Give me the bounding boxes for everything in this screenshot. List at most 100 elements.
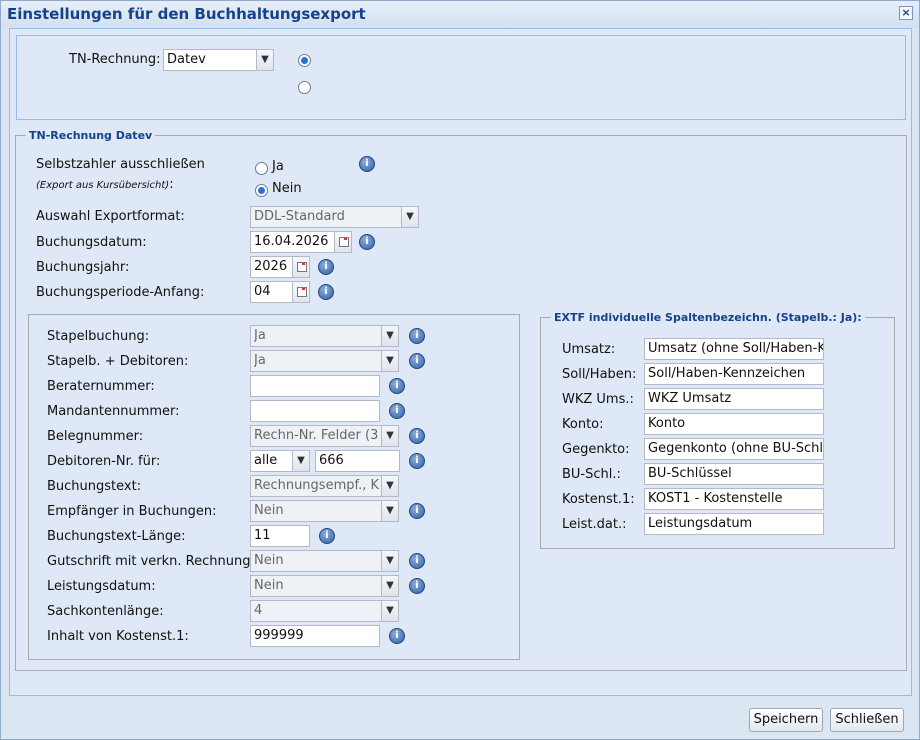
extf-kostenst-label: Kostenst.1:: [562, 492, 635, 507]
buchungstext-laenge-label: Buchungstext-Länge:: [47, 529, 186, 544]
extf-buschl-label: BU-Schl.:: [562, 467, 621, 482]
leistungsdatum-label: Leistungsdatum:: [47, 579, 156, 594]
belegnummer-select[interactable]: Rechn-Nr. Felder (3,4) ▼: [250, 425, 399, 447]
extf-konto-input[interactable]: Konto: [644, 413, 824, 435]
info-icon[interactable]: i: [409, 578, 425, 594]
info-icon[interactable]: i: [389, 403, 405, 419]
chevron-down-icon[interactable]: ▼: [381, 601, 398, 621]
sachkontenlaenge-select[interactable]: 4 ▼: [250, 600, 399, 622]
datev-legend: TN-Rechnung Datev: [29, 129, 153, 142]
beraternummer-input[interactable]: [250, 375, 380, 397]
info-icon[interactable]: i: [409, 453, 425, 469]
close-icon[interactable]: ×: [899, 6, 913, 20]
selbstzahler-nein-label: Nein: [272, 181, 302, 196]
info-icon[interactable]: i: [409, 553, 425, 569]
chevron-down-icon[interactable]: ▼: [381, 351, 398, 371]
info-icon[interactable]: i: [409, 353, 425, 369]
close-button[interactable]: Schließen: [830, 708, 904, 732]
chevron-down-icon[interactable]: ▼: [381, 326, 398, 346]
chevron-down-icon[interactable]: ▼: [381, 501, 398, 521]
export-settings-dialog: Einstellungen für den Buchhaltungsexport…: [0, 0, 920, 740]
extf-gegenkto-input[interactable]: Gegenkonto (ohne BU-Schlüssel): [644, 438, 824, 460]
extf-leistdat-label: Leist.dat.:: [562, 517, 627, 532]
buchungsjahr-value: 2026: [254, 259, 288, 274]
info-icon[interactable]: i: [319, 528, 335, 544]
dialog-titlebar: Einstellungen für den Buchhaltungsexport…: [1, 1, 919, 28]
leistungsdatum-select[interactable]: Nein ▼: [250, 575, 399, 597]
kostenst-inhalt-input[interactable]: 999999: [250, 625, 380, 647]
kostenst-inhalt-label: Inhalt von Kostenst.1:: [47, 629, 189, 644]
empfaenger-label: Empfänger in Buchungen:: [47, 504, 217, 519]
buchungsperiode-value: 04: [254, 284, 271, 299]
chevron-down-icon[interactable]: ▼: [401, 207, 418, 227]
buchungsjahr-label: Buchungsjahr:: [36, 260, 130, 275]
selbstzahler-ja-radio[interactable]: [255, 162, 268, 175]
stapel-debitoren-select[interactable]: Ja ▼: [250, 350, 399, 372]
chevron-down-icon[interactable]: ▼: [292, 451, 309, 471]
buchungstext-value: Rechnungsempf., Kurs: [254, 478, 379, 493]
mandantennummer-input[interactable]: [250, 400, 380, 422]
extf-wkz-input[interactable]: WKZ Umsatz: [644, 388, 824, 410]
extf-konto-label: Konto:: [562, 417, 604, 432]
extf-kostenst-input[interactable]: KOST1 - Kostenstelle: [644, 488, 824, 510]
debitoren-nr-input[interactable]: 666: [315, 450, 400, 472]
empfaenger-value: Nein: [254, 503, 284, 518]
buchungsjahr-field[interactable]: 2026: [250, 256, 310, 278]
chevron-down-icon[interactable]: ▼: [381, 476, 398, 496]
info-icon[interactable]: i: [409, 328, 425, 344]
extf-legend: EXTF individuelle Spaltenbezeichn. (Stap…: [554, 311, 862, 324]
buchungsperiode-field[interactable]: 04: [250, 281, 310, 303]
buchungstext-laenge-input[interactable]: 11: [250, 525, 310, 547]
buchungsperiode-label: Buchungsperiode-Anfang:: [36, 285, 205, 300]
chevron-down-icon[interactable]: ▼: [381, 426, 398, 446]
extf-sollhaben-label: Soll/Haben:: [562, 367, 637, 382]
chevron-down-icon[interactable]: ▼: [381, 576, 398, 596]
gutschrift-label: Gutschrift mit verkn. Rechnung:: [47, 554, 255, 569]
chevron-down-icon[interactable]: ▼: [381, 551, 398, 571]
empfaenger-select[interactable]: Nein ▼: [250, 500, 399, 522]
stapelbuchung-select[interactable]: Ja ▼: [250, 325, 399, 347]
extf-gegenkto-label: Gegenkto:: [562, 442, 630, 457]
calendar-icon[interactable]: [292, 257, 309, 277]
info-icon[interactable]: i: [318, 259, 334, 275]
extf-leistdat-input[interactable]: Leistungsdatum: [644, 513, 824, 535]
leistungsdatum-value: Nein: [254, 578, 284, 593]
mandantennummer-label: Mandantennummer:: [47, 404, 180, 419]
stapel-debitoren-label: Stapelb. + Debitoren:: [47, 354, 189, 369]
tn-option-radio-1[interactable]: [298, 54, 311, 67]
belegnummer-label: Belegnummer:: [47, 429, 144, 444]
stapelbuchung-value: Ja: [254, 328, 266, 343]
info-icon[interactable]: i: [409, 428, 425, 444]
debitoren-nr-value: alle: [254, 453, 278, 468]
selbstzahler-sublabel: (Export aus Kursübersicht):: [36, 177, 174, 192]
selbstzahler-label: Selbstzahler ausschließen: [36, 157, 205, 172]
selbstzahler-ja-label: Ja: [272, 159, 284, 174]
sachkontenlaenge-label: Sachkontenlänge:: [47, 604, 164, 619]
tn-invoice-type-section: TN-Rechnung: Datev ▼: [16, 35, 906, 120]
gutschrift-value: Nein: [254, 553, 284, 568]
stapel-debitoren-value: Ja: [254, 353, 266, 368]
chevron-down-icon[interactable]: ▼: [256, 50, 273, 70]
info-icon[interactable]: i: [389, 628, 405, 644]
buchungsdatum-value: 16.04.2026: [254, 234, 329, 249]
calendar-icon[interactable]: [292, 282, 309, 302]
extf-buschl-input[interactable]: BU-Schlüssel: [644, 463, 824, 485]
calendar-icon[interactable]: [334, 232, 351, 252]
info-icon[interactable]: i: [318, 284, 334, 300]
tn-invoice-select[interactable]: Datev ▼: [163, 49, 274, 71]
info-icon[interactable]: i: [359, 234, 375, 250]
info-icon[interactable]: i: [389, 378, 405, 394]
save-button[interactable]: Speichern: [749, 708, 823, 732]
buchungstext-select[interactable]: Rechnungsempf., Kurs ▼: [250, 475, 399, 497]
debitoren-nr-select[interactable]: alle ▼: [250, 450, 310, 472]
info-icon[interactable]: i: [359, 156, 375, 172]
extf-sollhaben-input[interactable]: Soll/Haben-Kennzeichen: [644, 363, 824, 385]
selbstzahler-nein-radio[interactable]: [255, 184, 268, 197]
buchungsdatum-field[interactable]: 16.04.2026: [250, 231, 352, 253]
exportformat-select[interactable]: DDL-Standard ▼: [250, 206, 419, 228]
tn-option-radio-2[interactable]: [298, 81, 311, 94]
gutschrift-select[interactable]: Nein ▼: [250, 550, 399, 572]
extf-umsatz-input[interactable]: Umsatz (ohne Soll/Haben-Kz): [644, 338, 824, 360]
belegnummer-value: Rechn-Nr. Felder (3,4): [254, 428, 379, 443]
info-icon[interactable]: i: [409, 503, 425, 519]
